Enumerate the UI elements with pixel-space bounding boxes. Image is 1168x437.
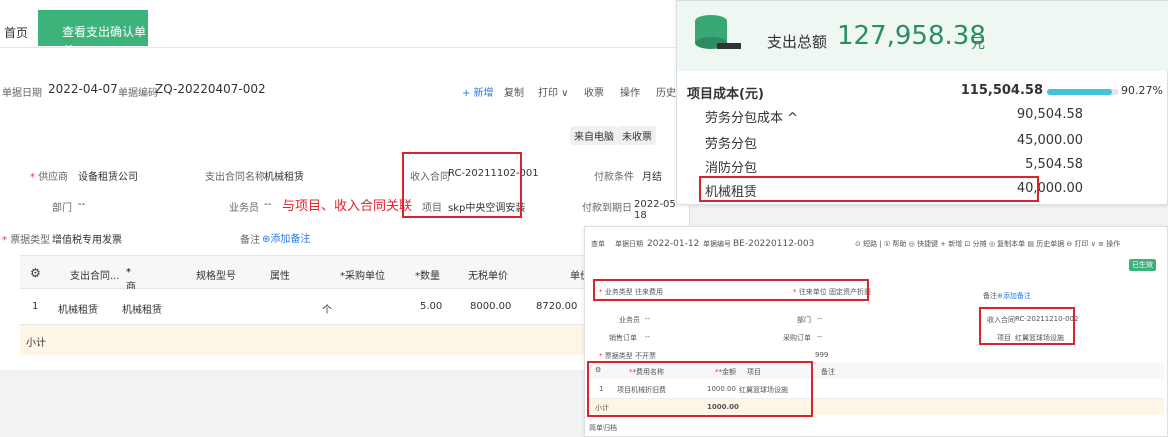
invoice-type-value: 增值税专用发票 [52,235,122,246]
dept-value: -- [78,199,86,210]
col-header: *数量 [415,271,440,282]
voucher-title: 查单 [591,240,605,248]
cell: 8720.00 [536,301,578,312]
table-header: ⚙ 支出合同... **商品 规格型号 属性 *采购单位 *数量 无税单价 单价 [20,255,650,308]
cost-value: 5,504.58 [1025,157,1083,172]
progress-percent: 90.27% [1121,84,1163,97]
source-tag: 来自电脑 [570,126,618,145]
operation-button[interactable]: 操作 [620,84,640,99]
close-icon[interactable]: × [64,41,73,54]
cell: 5.00 [420,301,443,312]
progress-fill [1047,89,1112,95]
cost-name: 劳务分包 [705,137,758,152]
cost-name: 劳务分包成本 ^ [705,111,799,126]
tab-home[interactable]: 首页 [4,24,28,41]
dept-value: -- [817,315,823,323]
bill-no: BE-20220112-003 [733,239,815,249]
invoice-type-label: * 票据类型 [599,352,633,360]
cost-value: 45,000.00 [1016,133,1083,148]
add-remark-link[interactable]: ⊕添加备注 [997,291,1031,301]
purchase-order-value: -- [817,333,823,341]
database-icon [695,15,741,49]
summary-total: 127,958.38 [837,21,986,51]
due-date-label: 付款到期日 [582,203,632,214]
cell: 机械租赁 [58,305,98,316]
dept-label: 部门 [797,316,811,324]
remark-label: 备注 [983,292,997,300]
cost-value: 90,504.58 [1016,107,1083,122]
col-header: 规格型号 [196,271,236,282]
tab-expense-confirmation[interactable]: 查看支出确认单 × [38,10,148,54]
highlight-box [402,152,522,218]
purchase-order-label: 采购订单 [783,334,811,342]
col-header: 支出合同... [70,271,120,282]
voucher-toolbar[interactable]: ⊙ 短路 | ① 帮助 ◎ 快捷键 + 新增 ⊡ 分摊 ◎ 复制本单 ▤ 历史单… [855,239,1120,249]
copy-button[interactable]: 复制 [504,84,524,99]
print-button[interactable]: 打印 ∨ [538,84,569,99]
bill-date: 2022-04-07 [48,82,118,96]
bill-date-label: 单据日期 [615,240,643,248]
col-header: 备注 [821,368,835,376]
highlight-box [979,307,1075,345]
uninvoiced-tag: 未收票 [618,126,656,145]
supplier-value: 设备租赁公司 [78,172,138,183]
expense-summary-panel: 支出总额 127,958.38 元 项目成本(元) 115,504.58 90.… [676,0,1168,205]
sales-order-label: 销售订单 [609,334,637,342]
salesman-value: -- [645,315,651,323]
bill-date: 2022-01-12 [647,239,700,249]
status-badge: 已生效 [1129,259,1156,271]
cell: 8000.00 [470,301,512,312]
tab-bar: 首页 查看支出确认单 × [0,10,690,54]
subtotal-row: 小计 [20,325,650,355]
settings-icon[interactable]: ⚙ [30,266,41,280]
col-header: 属性 [270,271,290,282]
contract-name-value: 机械租赁 [264,172,304,183]
dept-label: 部门 [52,203,72,214]
summary-title: 支出总额 [767,33,828,51]
salesman-value: -- [264,199,272,210]
highlight-box [593,279,869,301]
salesman-label: 业务员 [229,203,259,214]
annotation-text: 与项目、收入合同关联 [282,199,413,214]
amount-limit: 999 [815,351,829,359]
remark-label: 备注 [240,235,260,246]
col-header: *采购单位 [340,271,385,282]
subtotal-label: 小计 [26,338,46,349]
cell: 1 [32,301,39,312]
contract-name-label: 支出合同名称 [205,172,265,183]
highlight-box [587,361,813,417]
expense-voucher-panel: 查单 单据日期 2022-01-12 单据编号 BE-20220112-003 … [584,226,1168,437]
summary-unit: 元 [971,36,985,52]
cell: 个 [322,305,332,316]
bill-no-label: 单据编码 [118,88,158,99]
pay-terms-value: 月结 [642,172,662,183]
supplier-label: * 供应商 [30,172,69,183]
bill-date-label: 单据日期 [2,88,42,99]
highlight-box [699,176,1039,202]
new-button[interactable]: + 新增 [462,84,494,99]
salesman-label: 业务员 [619,316,640,324]
footer-text: 简单归档 [589,424,617,432]
cost-value: 115,504.58 [960,83,1043,98]
invoice-type-label: * 票据类型 [2,235,51,246]
pay-terms-label: 付款条件 [594,172,634,183]
invoice-type-value: 不开票 [635,352,656,360]
add-remark-link[interactable]: ⊕添加备注 [262,230,310,245]
receive-invoice-button[interactable]: 收票 [584,84,604,99]
cell: 机械租赁 [122,305,162,316]
sales-order-value: -- [645,333,651,341]
bill-no: ZQ-20220407-002 [155,82,266,96]
table-row[interactable]: 1 机械租赁 机械租赁 个 5.00 8000.00 8720.00 [20,289,650,325]
tab-label: 查看支出确认单 [62,25,147,39]
progress-bar [1047,89,1119,95]
cost-name: 消防分包 [705,161,758,176]
summary-header: 支出总额 127,958.38 元 [677,1,1168,71]
bill-no-label: 单据编号 [703,240,731,248]
cost-name: 项目成本(元) [687,87,764,102]
col-header: 无税单价 [468,271,508,282]
